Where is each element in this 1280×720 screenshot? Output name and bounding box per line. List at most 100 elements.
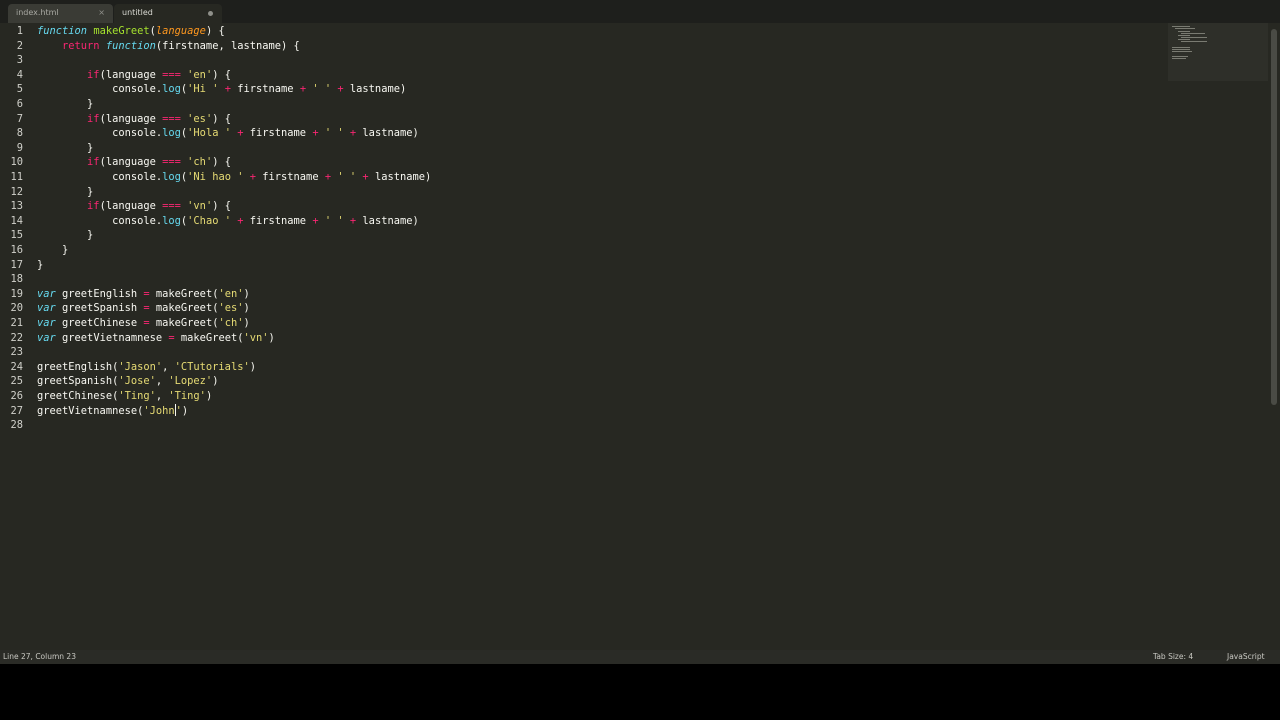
code-text: lastname) [356, 127, 419, 140]
string: 'es' [187, 112, 213, 125]
line-number: 24 [10, 360, 23, 373]
keyword: if [87, 68, 100, 81]
line-number: 18 [10, 273, 23, 286]
code-line-2[interactable]: return function(firstname, lastname) { [37, 39, 300, 54]
minimap-line [1172, 26, 1190, 27]
punctuation: ) [268, 331, 275, 344]
code-line-22[interactable]: var greetVietnamnese = makeGreet('vn') [37, 331, 275, 346]
code-line-13[interactable]: if(language === 'vn') { [37, 199, 231, 214]
code-line-15[interactable]: } [37, 228, 93, 243]
code-text: makeGreet( [149, 287, 219, 300]
minimap-line [1181, 41, 1207, 42]
code-text: firstname [243, 127, 313, 140]
punctuation: ) [243, 317, 250, 329]
code-line-25[interactable]: greetSpanish('Jose', 'Lopez') [37, 374, 218, 389]
string: 'CTutorials' [174, 360, 250, 373]
code-text: (firstname, lastname) { [155, 39, 300, 52]
line-number: 9 [16, 141, 23, 154]
code-line-11[interactable]: console.log('Ni hao ' + firstname + ' ' … [37, 170, 431, 185]
tab-index-html[interactable]: index.html × [8, 4, 113, 23]
vertical-scrollbar[interactable] [1271, 29, 1277, 405]
code-line-21[interactable]: var greetChinese = makeGreet('ch') [37, 316, 250, 331]
punctuation: ) [205, 390, 213, 402]
tab-untitled[interactable]: untitled [114, 4, 222, 23]
code-line-17[interactable]: } [37, 258, 43, 273]
method: log [162, 171, 181, 183]
code-text: greetSpanish [55, 302, 144, 315]
tab-label: index.html [16, 8, 59, 17]
code-text: firstname [243, 214, 313, 227]
code-line-9[interactable]: } [37, 141, 93, 156]
code-line-4[interactable]: if(language === 'en') { [37, 68, 231, 83]
punctuation: ) { [212, 112, 231, 125]
code-text: greetVietnamnese [55, 331, 169, 344]
code-line-5[interactable]: console.log('Hi ' + firstname + ' ' + la… [37, 82, 406, 97]
keyword: if [87, 112, 100, 125]
minimap-line [1172, 49, 1190, 50]
line-number: 13 [10, 200, 23, 213]
code-text: console. [37, 171, 163, 183]
tab-bar: index.html × untitled [0, 0, 1280, 23]
code-text: (language [99, 112, 163, 125]
code-line-8[interactable]: console.log('Hola ' + firstname + ' ' + … [37, 126, 419, 141]
minimap[interactable] [1168, 23, 1268, 81]
code-line-14[interactable]: console.log('Chao ' + firstname + ' ' + … [37, 214, 419, 229]
code-line-26[interactable]: greetChinese('Ting', 'Ting') [37, 389, 212, 404]
line-number: 16 [10, 244, 23, 256]
string: 'Jose' [118, 375, 156, 388]
string: 'vn' [243, 331, 269, 344]
punctuation: , [155, 375, 169, 388]
punctuation: , [162, 360, 175, 373]
line-number: 27 [10, 404, 23, 417]
tab-size-selector[interactable]: Tab Size: 4 [1153, 650, 1193, 664]
minimap-line [1178, 31, 1190, 32]
minimap-line [1175, 28, 1195, 29]
keyword: if [87, 200, 100, 213]
line-number: 26 [10, 390, 23, 402]
code-text: greetChinese [55, 317, 144, 329]
string: 'Ting' [118, 390, 156, 402]
line-number: 14 [10, 214, 23, 227]
syntax-selector[interactable]: JavaScript [1227, 650, 1265, 664]
code-text: makeGreet( [149, 317, 219, 329]
punctuation: ) [243, 302, 250, 315]
code-line-12[interactable]: } [37, 185, 93, 200]
keyword: var [37, 331, 56, 344]
code-text: lastname) [343, 83, 407, 96]
minimap-line [1178, 35, 1190, 36]
punctuation: ) [249, 360, 256, 373]
keyword: if [87, 156, 100, 169]
string: 'es' [218, 302, 244, 315]
unsaved-dot-icon[interactable] [208, 11, 213, 16]
operator: === [162, 156, 181, 169]
string: 'en' [218, 287, 244, 300]
code-text: console. [37, 83, 163, 96]
code-line-27[interactable]: greetVietnamnese('John') [37, 403, 188, 419]
string: 'vn' [187, 200, 213, 213]
string: ' ' [312, 83, 332, 96]
close-icon[interactable]: × [98, 4, 105, 22]
line-number: 10 [10, 156, 23, 169]
code-line-19[interactable]: var greetEnglish = makeGreet('en') [37, 287, 250, 302]
code-line-7[interactable]: if(language === 'es') { [37, 112, 231, 127]
code-line-10[interactable]: if(language === 'ch') { [37, 155, 231, 170]
string: 'Ni hao ' [187, 171, 244, 183]
code-line-6[interactable]: } [37, 97, 93, 112]
code-line-16[interactable]: } [37, 243, 68, 258]
cursor-position: Line 27, Column 23 [3, 652, 76, 661]
keyword: function [105, 39, 156, 52]
code-text: greetEnglish( [37, 360, 119, 373]
code-line-20[interactable]: var greetSpanish = makeGreet('es') [37, 301, 250, 316]
line-number: 3 [16, 54, 23, 67]
line-number-gutter: 1 2 3 4 5 6 7 8 9 10 11 12 13 14 15 16 17 18 19 20 21 22 23 24 2… [0, 23, 30, 650]
code-line-24[interactable]: greetEnglish('Jason', 'CTutorials') [37, 360, 256, 375]
code-line-1[interactable]: function makeGreet(language) { [37, 24, 225, 39]
code-text: greetVietnamnese( [37, 404, 144, 417]
line-number: 7 [16, 112, 23, 125]
code-editor[interactable]: 1 2 3 4 5 6 7 8 9 10 11 12 13 14 15 16 17 18 19 20 21 22 23 24 2… [0, 23, 1168, 650]
text-cursor [174, 403, 176, 416]
string: ' ' [324, 127, 344, 140]
